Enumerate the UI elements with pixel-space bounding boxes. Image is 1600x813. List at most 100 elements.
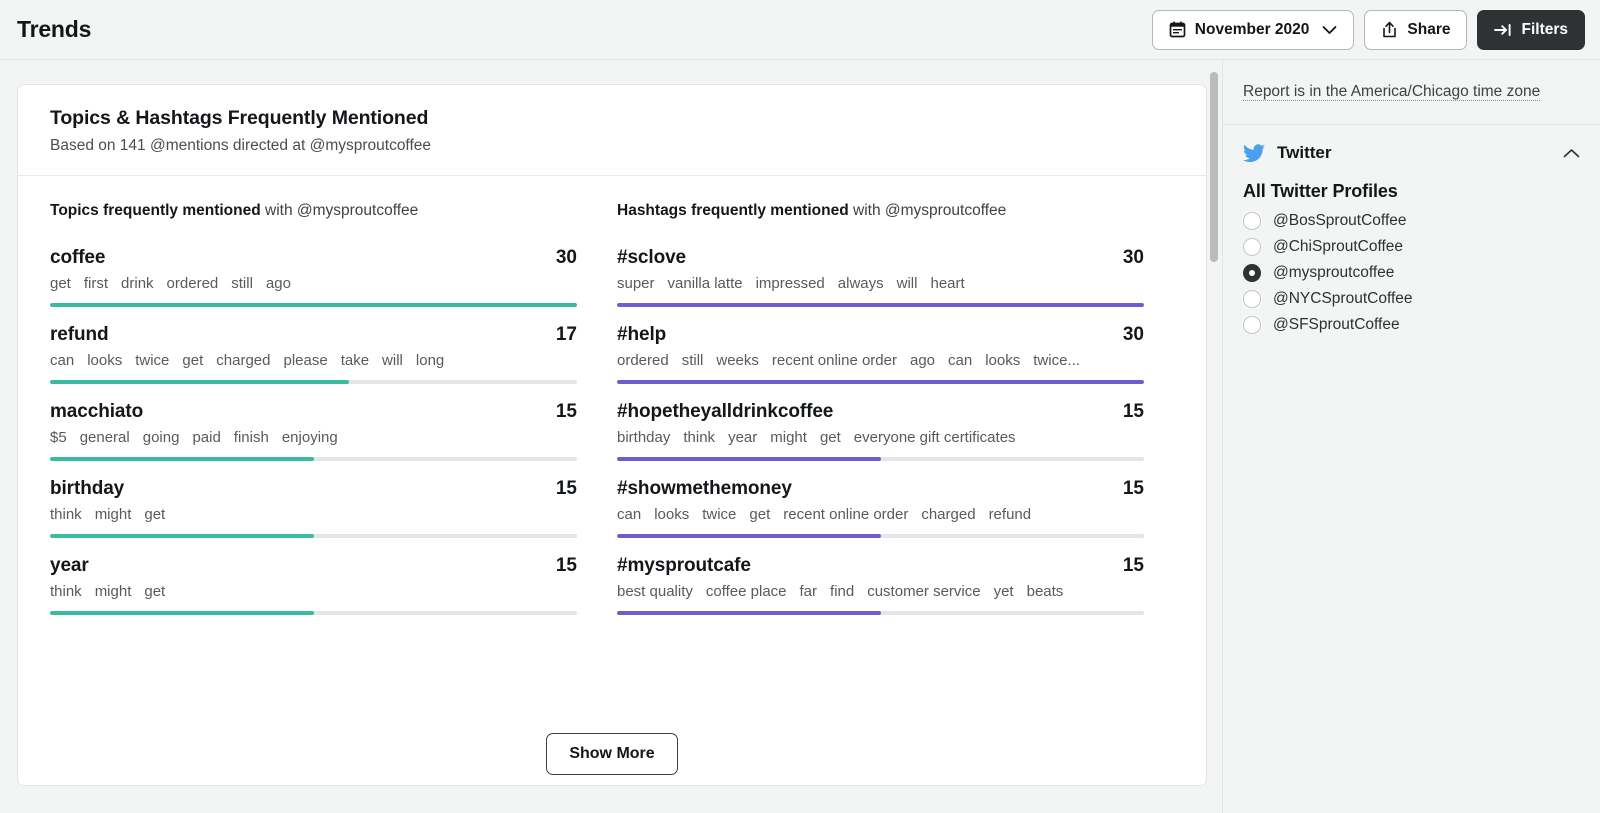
show-more-button[interactable]: Show More	[546, 733, 678, 775]
card-subtitle: Based on 141 @mentions directed at @mysp…	[50, 137, 432, 154]
profile-list: @BosSproutCoffee @ChiSproutCoffee @mysprou…	[1223, 208, 1600, 338]
top-bar: Trends November 2020 Share Filters	[0, 0, 1600, 60]
profile-option[interactable]: @NYCSproutCoffee	[1223, 286, 1600, 312]
related-word: weeks	[716, 352, 759, 369]
trend-count: 15	[1122, 478, 1144, 499]
profiles-group-title: All Twitter Profiles	[1243, 181, 1398, 202]
share-button[interactable]: Share	[1364, 9, 1468, 50]
profile-label: @ChiSproutCoffee	[1273, 238, 1404, 256]
trend-term[interactable]: birthday	[50, 478, 124, 500]
radio-unselected-icon[interactable]	[1243, 238, 1261, 257]
trend-term[interactable]: year	[50, 555, 89, 577]
related-word: find	[830, 583, 855, 600]
trend-row-header: refund 17	[50, 324, 577, 346]
trends-card: Topics & Hashtags Frequently Mentioned B…	[17, 84, 1207, 786]
trend-related-words: think might get	[50, 506, 577, 525]
trend-bar-track	[50, 534, 577, 538]
trend-row: year 15 think might get	[50, 555, 577, 615]
radio-unselected-icon[interactable]	[1243, 212, 1261, 231]
trend-bar-fill	[617, 303, 1144, 307]
trend-related-words: get first drink ordered still ago	[50, 275, 577, 294]
related-word: customer service	[867, 583, 981, 600]
related-word: twice...	[1033, 352, 1080, 369]
trend-term[interactable]: #help	[617, 324, 666, 346]
related-word: please	[283, 352, 328, 369]
trend-term[interactable]: #hopetheyalldrinkcoffee	[617, 401, 833, 423]
filters-arrow-icon	[1494, 22, 1512, 38]
related-word: might	[94, 583, 132, 600]
profile-option[interactable]: @SFSproutCoffee	[1223, 312, 1600, 338]
chevron-up-icon[interactable]	[1563, 148, 1580, 159]
column-heading: Hashtags frequently mentioned with @mysp…	[617, 202, 1007, 219]
trend-bar-track	[50, 303, 577, 307]
trend-term[interactable]: macchiato	[50, 401, 143, 423]
radio-unselected-icon[interactable]	[1243, 316, 1261, 335]
related-word: twice	[702, 506, 737, 523]
trend-term[interactable]: #mysproutcafe	[617, 555, 751, 577]
trend-row-header: birthday 15	[50, 478, 577, 500]
trend-related-words: can looks twice get charged please take will lon…	[50, 352, 577, 371]
related-word: heart	[930, 275, 965, 292]
related-word: might	[94, 506, 132, 523]
trend-term[interactable]: refund	[50, 324, 109, 346]
trend-row: #sclove 30 super vanilla latte impressed alwa…	[617, 247, 1144, 307]
trend-related-words: best quality coffee place far find customer …	[617, 583, 1144, 602]
timezone-note: Report is in the America/Chicago time zo…	[1223, 60, 1600, 126]
filters-label: Filters	[1521, 20, 1568, 38]
profile-option[interactable]: @mysproutcoffee	[1223, 260, 1600, 286]
profile-option[interactable]: @BosSproutCoffee	[1223, 208, 1600, 234]
top-bar-actions: November 2020 Share Filters	[1151, 9, 1585, 50]
related-word: everyone gift certificates	[853, 429, 1016, 446]
related-word: ago	[265, 275, 291, 292]
related-word: can	[948, 352, 973, 369]
trend-term[interactable]: #sclove	[617, 247, 686, 269]
related-word: get	[50, 275, 71, 292]
card-header: Topics & Hashtags Frequently Mentioned B…	[18, 85, 1206, 176]
related-word: super	[617, 275, 655, 292]
network-section-header[interactable]: Twitter	[1223, 125, 1600, 171]
trend-bar-track	[617, 611, 1144, 615]
related-word: get	[749, 506, 771, 523]
topics-column: Topics frequently mentioned with @myspro…	[50, 202, 577, 632]
related-word: get	[819, 429, 841, 446]
trend-row: macchiato 15 $5 general going paid finish enjoy…	[50, 401, 577, 461]
vertical-scrollbar[interactable]	[1207, 60, 1221, 813]
trend-term[interactable]: coffee	[50, 247, 105, 269]
chevron-down-icon	[1322, 25, 1337, 35]
trend-row-header: #hopetheyalldrinkcoffee 15	[617, 401, 1144, 423]
trend-bar-track	[50, 457, 577, 461]
trend-bar-fill	[50, 611, 314, 615]
trend-related-words: think might get	[50, 583, 577, 602]
related-word: far	[799, 583, 818, 600]
related-word: refund	[988, 506, 1032, 523]
hashtags-column: Hashtags frequently mentioned with @mysp…	[617, 202, 1144, 632]
card-title: Topics & Hashtags Frequently Mentioned	[50, 107, 429, 129]
radio-unselected-icon[interactable]	[1243, 290, 1261, 309]
related-word: going	[142, 429, 180, 446]
related-word: twice	[135, 352, 170, 369]
related-word: will	[896, 275, 918, 292]
network-label: Twitter	[1277, 143, 1332, 163]
twitter-bird-icon	[1243, 144, 1265, 163]
trend-count: 30	[1122, 247, 1144, 268]
trend-row: #mysproutcafe 15 best quality coffee place f…	[617, 555, 1144, 615]
date-range-picker[interactable]: November 2020	[1151, 9, 1355, 50]
related-word: get	[144, 506, 166, 523]
date-range-label: November 2020	[1194, 20, 1310, 38]
related-word: still	[231, 275, 253, 292]
related-word: can	[617, 506, 642, 523]
related-word: impressed	[755, 275, 825, 292]
filters-button[interactable]: Filters	[1477, 9, 1585, 50]
trend-bar-fill	[617, 457, 881, 461]
calendar-icon	[1169, 21, 1186, 38]
trend-term[interactable]: #showmethemoney	[617, 478, 792, 500]
related-word: recent online order	[783, 506, 909, 523]
profile-option[interactable]: @ChiSproutCoffee	[1223, 234, 1600, 260]
related-word: get	[144, 583, 166, 600]
related-word: can	[50, 352, 75, 369]
trend-row: refund 17 can looks twice get charged please tak…	[50, 324, 577, 384]
related-word: ordered	[166, 275, 219, 292]
trend-count: 30	[1122, 324, 1144, 345]
vertical-scrollbar-thumb[interactable]	[1210, 72, 1218, 262]
radio-selected-icon[interactable]	[1243, 264, 1261, 283]
